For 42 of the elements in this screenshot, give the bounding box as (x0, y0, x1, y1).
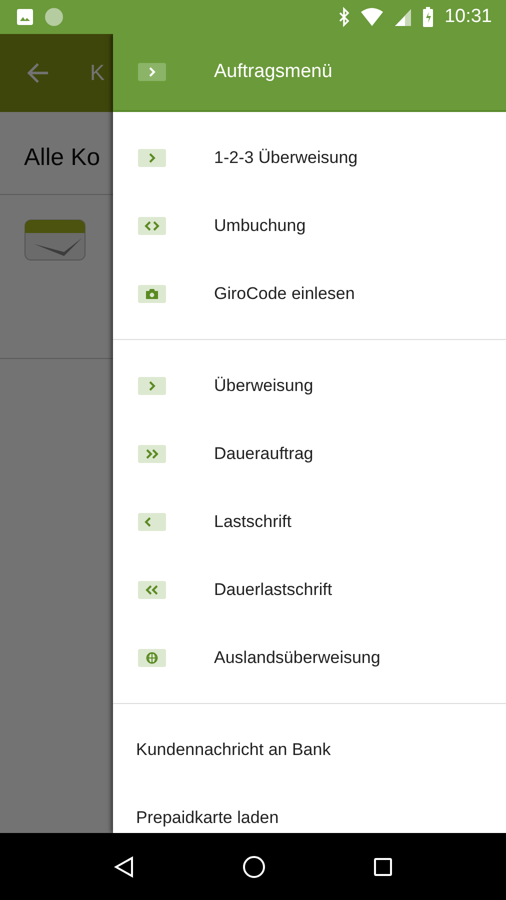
menu-item[interactable]: Dauerlastschrift (113, 556, 506, 624)
left-right-chevrons-icon (138, 217, 166, 235)
bluetooth-icon (338, 7, 350, 27)
menu-item-label: Umbuchung (214, 216, 306, 236)
menu-item-label: Kundennachricht an Bank (136, 740, 331, 760)
menu-item-label: Dauerlastschrift (214, 580, 332, 600)
chevron-right-icon (138, 63, 166, 81)
camera-icon (138, 285, 166, 303)
menu-item-label: Prepaidkarte laden (136, 808, 279, 828)
menu-item-label: Lastschrift (214, 512, 292, 532)
globe-icon (138, 649, 166, 667)
menu-item[interactable]: Prepaidkarte laden (113, 784, 506, 833)
circle-notification-icon (44, 7, 64, 27)
menu-item-label: GiroCode einlesen (214, 284, 355, 304)
menu-item-label: Überweisung (214, 376, 314, 396)
home-icon[interactable] (242, 854, 266, 878)
status-time: 10:31 (444, 6, 492, 28)
menu-item[interactable]: Überweisung (113, 352, 506, 420)
menu-item-label: Dauerauftrag (214, 444, 314, 464)
app-bar-title: K (90, 60, 105, 86)
wifi-icon (360, 7, 384, 27)
menu-item-label: 1-2-3 Überweisung (214, 148, 358, 168)
menu-item[interactable]: Lastschrift (113, 488, 506, 556)
menu-item[interactable]: GiroCode einlesen (113, 260, 506, 328)
chevron-right-icon (138, 377, 166, 395)
card-icon (24, 219, 86, 261)
menu-item[interactable]: Dauerauftrag (113, 420, 506, 488)
drawer-title: Auftragsmenü (214, 61, 332, 83)
signal-icon (394, 7, 412, 27)
menu-item[interactable]: Umbuchung (113, 192, 506, 260)
double-chevron-left-icon (138, 581, 166, 599)
chevron-right-icon (138, 149, 166, 167)
menu-item[interactable]: Auslandsüberweisung (113, 624, 506, 692)
battery-charging-icon (422, 6, 434, 28)
menu-item[interactable]: 1-2-3 Überweisung (113, 124, 506, 192)
menu-item-label: Auslandsüberweisung (214, 648, 380, 668)
menu-item[interactable]: Kundennachricht an Bank (113, 716, 506, 784)
double-chevron-right-icon (138, 445, 166, 463)
image-notification-icon (16, 8, 34, 26)
chevron-left-icon (138, 513, 166, 531)
recents-icon[interactable] (372, 856, 393, 876)
back-icon[interactable] (113, 856, 136, 878)
